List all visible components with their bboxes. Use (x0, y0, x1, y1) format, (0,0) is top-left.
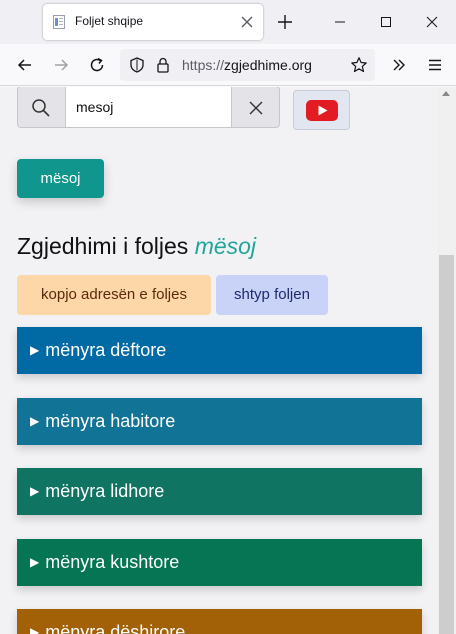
shield-icon[interactable] (128, 56, 146, 74)
mood-label: mënyra kushtore (45, 552, 180, 572)
scrollbar[interactable] (437, 87, 456, 634)
url-scheme: https:// (182, 57, 225, 73)
reload-icon[interactable] (88, 56, 106, 74)
youtube-button[interactable] (293, 90, 350, 130)
search-icon (32, 99, 50, 117)
browser-tab[interactable]: Foljet shqipe (43, 4, 263, 40)
triangle-right-icon: ▶ (30, 555, 40, 569)
mood-accordion-admirative[interactable]: ▶ mënyra habitore (17, 398, 422, 445)
scroll-up-icon[interactable] (442, 91, 450, 96)
close-tab-icon[interactable] (238, 13, 256, 31)
tab-bar: Foljet shqipe (0, 0, 456, 44)
verb-button[interactable]: mësoj (17, 159, 104, 198)
print-verb-button[interactable]: shtyp foljen (216, 275, 328, 315)
forward-icon[interactable] (52, 56, 70, 74)
mood-label: mënyra dëshirore (45, 622, 186, 634)
title-prefix: Zgjedhimi i foljes (17, 233, 189, 259)
mood-label: mënyra lidhore (45, 481, 165, 501)
mood-accordion-subjunctive[interactable]: ▶ mënyra lidhore (17, 468, 422, 515)
mood-accordion-optative[interactable]: ▶ mënyra dëshirore (17, 609, 422, 634)
title-verb: mësoj (194, 233, 257, 259)
url-text[interactable]: https://zgjedhime.org (182, 57, 312, 73)
maximize-icon[interactable] (377, 13, 395, 31)
chevron-double-right-icon[interactable] (390, 56, 408, 74)
mood-label: mënyra dëftore (45, 340, 167, 360)
star-icon[interactable] (350, 56, 368, 74)
navigation-bar: https://zgjedhime.org (0, 44, 456, 86)
address-bar[interactable]: https://zgjedhime.org (120, 49, 375, 81)
back-icon[interactable] (16, 56, 34, 74)
page-title: Zgjedhimi i foljes mësoj (17, 233, 256, 260)
clear-button[interactable] (231, 87, 280, 128)
close-window-icon[interactable] (423, 13, 441, 31)
minimize-icon[interactable] (331, 13, 349, 31)
hamburger-menu-icon[interactable] (426, 56, 444, 74)
mood-accordion-conditional[interactable]: ▶ mënyra kushtore (17, 539, 422, 586)
new-tab-icon[interactable] (276, 13, 294, 31)
search-group (17, 87, 280, 130)
copy-address-button[interactable]: kopjo adresën e foljes (17, 275, 211, 315)
search-input[interactable] (66, 87, 231, 128)
search-button[interactable] (17, 87, 66, 128)
mood-accordion-indicative[interactable]: ▶ mënyra dëftore (17, 327, 422, 374)
document-icon (53, 15, 65, 29)
url-host: zgjedhime.org (224, 57, 312, 73)
triangle-right-icon: ▶ (30, 625, 40, 634)
lock-icon[interactable] (154, 56, 172, 74)
close-icon (249, 101, 263, 115)
tab-title: Foljet shqipe (75, 14, 144, 28)
triangle-right-icon: ▶ (30, 414, 40, 428)
triangle-right-icon: ▶ (30, 343, 40, 357)
youtube-icon (306, 100, 338, 121)
scrollbar-thumb[interactable] (439, 255, 454, 634)
page-content: mësoj Zgjedhimi i foljes mësoj kopjo adr… (0, 87, 437, 634)
mood-label: mënyra habitore (45, 411, 176, 431)
triangle-right-icon: ▶ (30, 484, 40, 498)
